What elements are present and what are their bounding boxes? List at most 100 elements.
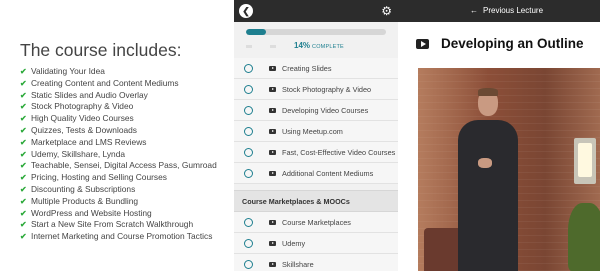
feature-text: Creating Content and Content Mediums [31,77,179,88]
lesson-item[interactable]: Course Marketplaces [234,212,398,233]
check-icon: ✔ [20,196,27,206]
progress-bar [246,29,386,35]
feature-item: ✔ Marketplace and LMS Reviews [20,137,217,149]
previous-lecture-link[interactable]: ← Previous Lecture [470,0,543,22]
gear-icon[interactable]: ⚙ [381,3,392,19]
completion-circle-icon[interactable] [244,259,253,269]
feature-item: ✔ WordPress and Website Hosting [20,208,217,220]
lesson-item[interactable]: Developing Video Courses [234,100,398,121]
lesson-item[interactable]: Fast, Cost-Effective Video Courses [234,142,398,163]
check-icon: ✔ [20,90,27,100]
check-icon: ✔ [20,208,27,218]
check-icon: ✔ [20,149,27,159]
feature-text: Pricing, Hosting and Selling Courses [31,172,167,183]
sidebar-topbar: ❮ ⚙ [234,0,398,22]
completion-circle-icon[interactable] [244,147,253,157]
progress-marker [246,45,252,48]
check-icon: ✔ [20,161,27,171]
feature-text: Quizzes, Tests & Downloads [31,124,137,135]
completion-circle-icon[interactable] [244,84,253,94]
lesson-title: Using Meetup.com [282,126,343,136]
lesson-title: Skillshare [282,259,314,269]
feature-item: ✔ Pricing, Hosting and Selling Courses [20,172,217,184]
player-topbar: ← Previous Lecture [398,0,600,22]
feature-item: ✔ Udemy, Skillshare, Lynda [20,149,217,161]
back-arrow-icon[interactable]: ❮ [239,4,253,18]
feature-text: Stock Photography & Video [31,101,134,112]
video-icon [269,170,276,176]
feature-item: ✔ Quizzes, Tests & Downloads [20,125,217,137]
lesson-item[interactable]: Using Meetup.com [234,121,398,142]
lesson-item[interactable]: Udemy [234,233,398,254]
course-includes-heading: The course includes: [20,40,182,60]
lesson-item[interactable]: Skillshare [234,254,398,271]
lesson-sidebar: ❮ ⚙ 14% COMPLETE Creating Slides Stock Pho… [234,0,398,271]
lesson-title: Course Marketplaces [282,217,351,227]
feature-text: Multiple Products & Bundling [31,195,139,206]
presenter-hand [478,158,492,168]
check-icon: ✔ [20,114,27,124]
check-icon: ✔ [20,232,27,242]
feature-item: ✔ Creating Content and Content Mediums [20,78,217,90]
video-icon [269,240,276,246]
feature-item: ✔ Teachable, Sensei, Digital Access Pass,… [20,160,217,172]
check-icon: ✔ [20,102,27,112]
lesson-title: Developing Video Courses [282,105,369,115]
course-includes-panel: The course includes: ✔ Validating Your Id… [0,0,234,271]
arrow-left-icon: ← [470,6,478,15]
video-icon [269,149,276,155]
video-player[interactable] [418,68,600,271]
progress-text: 14% COMPLETE [294,41,344,50]
completion-circle-icon[interactable] [244,238,253,248]
feature-text: Udemy, Skillshare, Lynda [31,148,126,159]
video-icon [269,261,276,267]
completion-circle-icon[interactable] [244,168,253,178]
lecture-title-text: Developing an Outline [441,36,584,51]
lesson-item[interactable]: Creating Slides [234,58,398,79]
previous-lecture-label: Previous Lecture [483,6,544,15]
video-icon [269,107,276,113]
feature-text: Internet Marketing and Course Promotion … [31,231,213,242]
video-icon [269,65,276,71]
feature-text: Static Slides and Audio Overlay [31,89,148,100]
completion-circle-icon[interactable] [244,126,253,136]
completion-circle-icon[interactable] [244,217,253,227]
feature-text: Marketplace and LMS Reviews [31,136,147,147]
check-icon: ✔ [20,137,27,147]
progress-label: COMPLETE [312,44,344,50]
lecture-title: Developing an Outline [416,36,584,51]
section-header: Course Marketplaces & MOOCs [234,190,398,212]
video-play-icon [416,38,429,49]
feature-item: ✔ Stock Photography & Video [20,101,217,113]
lesson-item[interactable]: Stock Photography & Video [234,79,398,100]
presenter-hair [478,88,498,96]
progress-percent: 14% [294,41,311,50]
progress-marker [270,45,276,48]
check-icon: ✔ [20,78,27,88]
lesson-title: Udemy [282,238,306,248]
feature-text: Validating Your Idea [31,66,105,76]
check-icon: ✔ [20,184,27,194]
check-icon: ✔ [20,220,27,230]
lesson-list: Creating Slides Stock Photography & Video… [234,58,398,271]
video-panel: ← Previous Lecture Developing an Outline [398,0,600,271]
lesson-title: Creating Slides [282,63,332,73]
video-icon [269,86,276,92]
completion-circle-icon[interactable] [244,63,253,73]
presenter-body [458,120,518,271]
lesson-item[interactable]: Additional Content Mediums [234,163,398,184]
check-icon: ✔ [20,125,27,135]
feature-item: ✔ Static Slides and Audio Overlay [20,90,217,102]
feature-text: Teachable, Sensei, Digital Access Pass, … [31,160,217,171]
video-icon [269,219,276,225]
lesson-title: Stock Photography & Video [282,84,372,94]
feature-text: WordPress and Website Hosting [31,207,152,218]
feature-item: ✔ High Quality Video Courses [20,113,217,125]
lesson-title: Fast, Cost-Effective Video Courses [282,147,396,157]
lamp-glow [578,143,592,177]
plant-shape [568,203,600,271]
completion-circle-icon[interactable] [244,105,253,115]
progress-fill [246,29,266,35]
feature-text: Discounting & Subscriptions [31,183,136,194]
check-icon: ✔ [20,173,27,183]
